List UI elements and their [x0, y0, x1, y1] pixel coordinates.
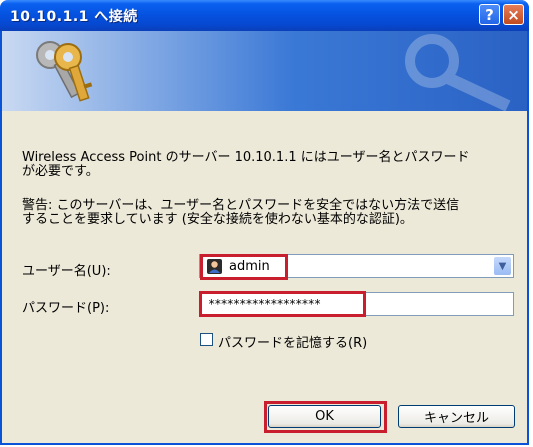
window-title: 10.10.1.1 へ接続	[10, 9, 138, 25]
ok-highlight	[264, 401, 387, 433]
keys-icon	[36, 41, 93, 102]
username-highlight	[200, 254, 288, 280]
login-dialog: 10.10.1.1 へ接続 ? × Wireless Access Point …	[0, 0, 529, 445]
remember-password-label[interactable]: パスワードを記憶する(R)	[218, 332, 367, 351]
close-button[interactable]: ×	[503, 4, 524, 25]
server-message: Wireless Access Point のサーバー 10.10.1.1 には…	[22, 151, 522, 179]
warning-message-line-1: 警告: このサーバーは、ユーザー名とパスワードを安全ではない方法で送信	[22, 198, 460, 213]
dialog-banner	[2, 31, 527, 111]
chevron-down-icon[interactable]: ▼	[494, 257, 511, 275]
password-label: パスワード(P):	[22, 301, 110, 316]
password-highlight	[199, 291, 366, 317]
server-message-line-2: が必要です。	[22, 164, 99, 179]
server-message-line-1: Wireless Access Point のサーバー 10.10.1.1 には…	[22, 150, 470, 165]
title-bar[interactable]: 10.10.1.1 へ接続 ? ×	[0, 0, 529, 31]
help-button[interactable]: ?	[479, 4, 500, 25]
warning-message: 警告: このサーバーは、ユーザー名とパスワードを安全ではない方法で送信 すること…	[22, 199, 522, 227]
username-label: ユーザー名(U):	[22, 264, 111, 279]
cancel-button[interactable]: キャンセル	[398, 405, 515, 428]
warning-message-line-2: することを要求しています (安全な接続を使わない基本的な認証)。	[22, 212, 413, 227]
remember-password-checkbox[interactable]	[200, 333, 213, 346]
keys-watermark-icon	[405, 34, 511, 111]
